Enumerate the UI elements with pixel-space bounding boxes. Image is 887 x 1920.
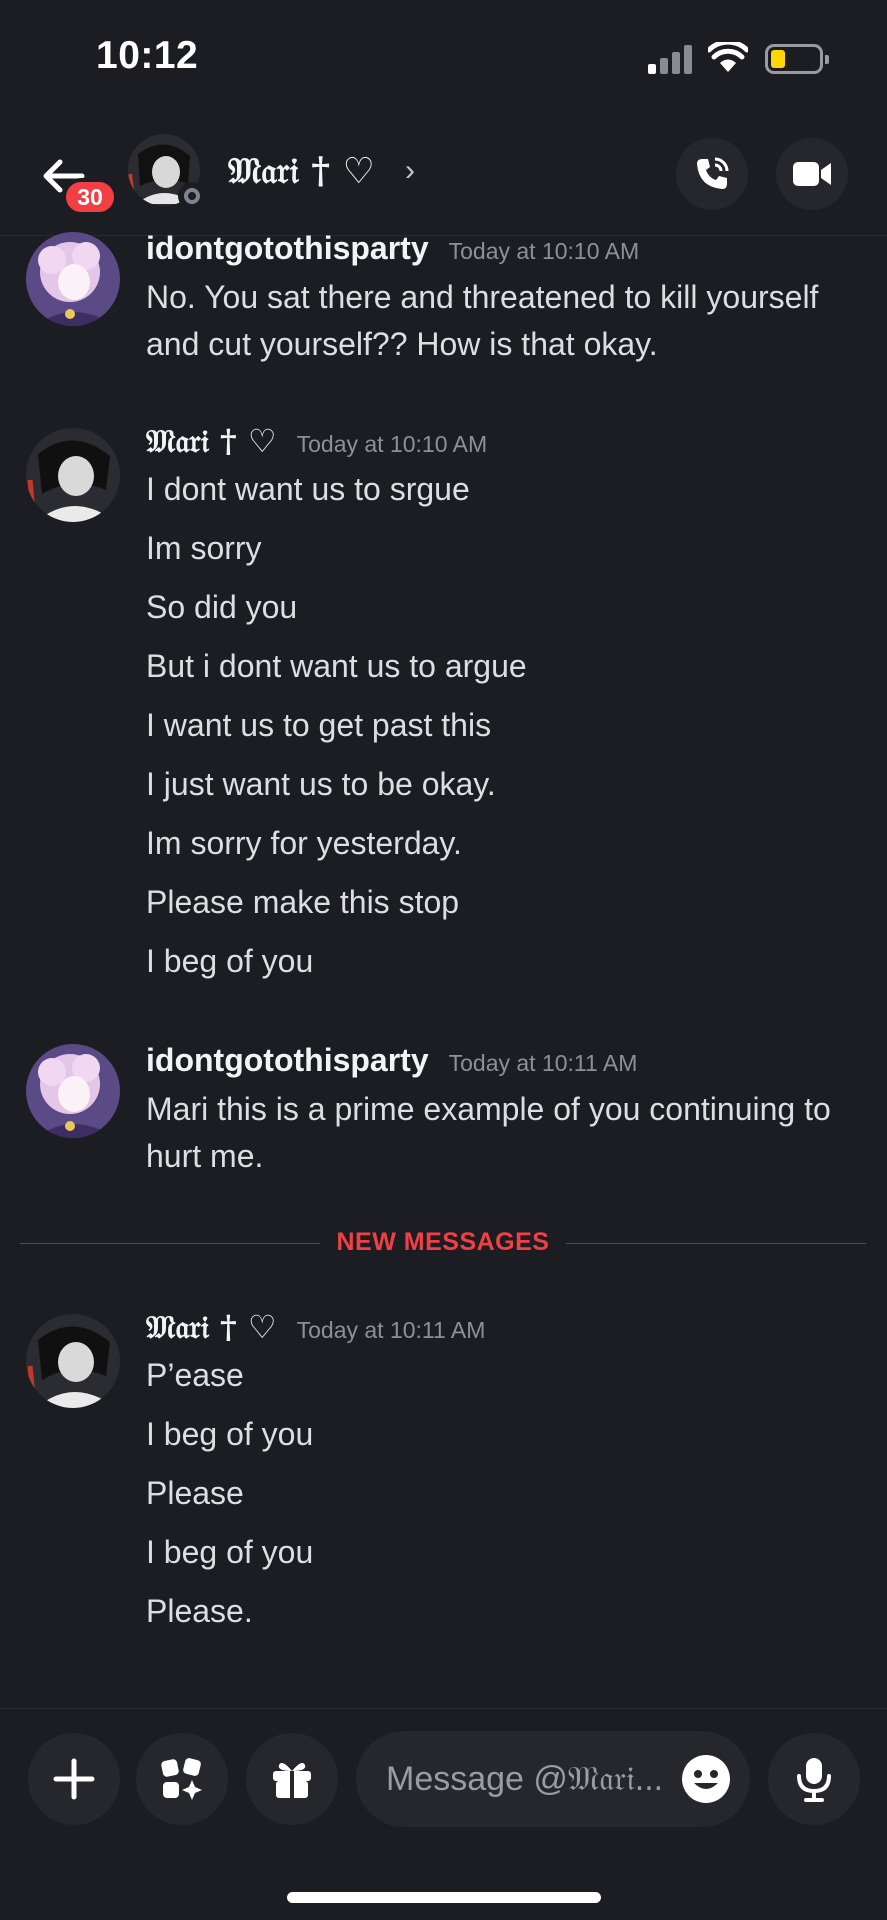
message-text: No. You sat there and threatened to kill… bbox=[146, 279, 819, 362]
message-text: I dont want us to srgue bbox=[146, 471, 470, 507]
video-call-button[interactable] bbox=[776, 138, 848, 210]
user-avatar[interactable] bbox=[26, 1314, 120, 1408]
apps-sparkle-icon bbox=[161, 1758, 202, 1800]
contact-avatar[interactable] bbox=[128, 134, 206, 210]
plus-icon bbox=[53, 1758, 95, 1800]
message-author[interactable]: 𝔐𝔞𝔯𝔦 † ♡ bbox=[146, 1308, 277, 1347]
message-text: Im sorry bbox=[146, 530, 262, 566]
message-text: But i dont want us to argue bbox=[146, 648, 527, 684]
message-text: Please. bbox=[146, 1593, 253, 1629]
message-text: I beg of you bbox=[146, 943, 314, 979]
message-timestamp: Today at 10:10 AM bbox=[448, 238, 640, 264]
message-timestamp: Today at 10:11 AM bbox=[448, 1050, 638, 1076]
voice-message-button[interactable] bbox=[768, 1733, 860, 1825]
message-text: P’ease bbox=[146, 1357, 244, 1393]
message-author[interactable]: 𝔐𝔞𝔯𝔦 † ♡ bbox=[146, 422, 277, 461]
message-text: So did you bbox=[146, 589, 298, 625]
message-text: I beg of you bbox=[146, 1416, 314, 1452]
new-messages-divider: NEW MESSAGES bbox=[20, 1224, 866, 1264]
message-text: Mari this is a prime example of you cont… bbox=[146, 1091, 831, 1174]
message-timestamp: Today at 10:10 AM bbox=[296, 431, 488, 457]
video-camera-icon bbox=[793, 162, 831, 186]
voice-call-button[interactable] bbox=[676, 138, 748, 210]
new-messages-label: NEW MESSAGES bbox=[336, 1228, 550, 1256]
dm-header: 30 𝔐𝔞𝔯𝔦 † ♡ › bbox=[0, 120, 887, 236]
cellular-signal-icon bbox=[648, 44, 694, 74]
battery-level bbox=[771, 50, 785, 68]
message-author[interactable]: idontgotothisparty bbox=[146, 230, 429, 267]
message-group: idontgotothisparty Today at 10:11 AM Mar… bbox=[146, 1042, 869, 1180]
message-composer bbox=[0, 1708, 887, 1920]
apps-button[interactable] bbox=[136, 1733, 228, 1825]
status-bar: 10:12 bbox=[0, 0, 887, 120]
emoji-icon[interactable] bbox=[680, 1753, 732, 1805]
gift-button[interactable] bbox=[246, 1733, 338, 1825]
gift-icon bbox=[273, 1763, 311, 1798]
message-group: 𝔐𝔞𝔯𝔦 † ♡ Today at 10:10 AM I dont want u… bbox=[146, 422, 869, 997]
message-text: Please bbox=[146, 1475, 244, 1511]
unread-count-badge: 30 bbox=[62, 178, 118, 216]
contact-name[interactable]: 𝔐𝔞𝔯𝔦 † ♡ bbox=[228, 150, 375, 193]
message-group: idontgotothisparty Today at 10:10 AM No.… bbox=[146, 230, 869, 368]
message-text: Please make this stop bbox=[146, 884, 460, 920]
chevron-right-icon[interactable]: › bbox=[405, 154, 415, 188]
message-text: I just want us to be okay. bbox=[146, 766, 496, 802]
microphone-icon bbox=[797, 1758, 831, 1802]
offline-status-icon bbox=[178, 182, 206, 210]
message-input-container[interactable] bbox=[356, 1731, 750, 1827]
user-avatar[interactable] bbox=[26, 1044, 120, 1138]
status-time: 10:12 bbox=[96, 34, 199, 77]
message-input[interactable] bbox=[386, 1753, 668, 1805]
battery-icon bbox=[765, 44, 829, 74]
home-indicator[interactable] bbox=[287, 1892, 601, 1903]
message-author[interactable]: idontgotothisparty bbox=[146, 1042, 429, 1079]
message-text: Im sorry for yesterday. bbox=[146, 825, 462, 861]
message-timestamp: Today at 10:11 AM bbox=[296, 1317, 486, 1343]
user-avatar[interactable] bbox=[26, 232, 120, 326]
wifi-icon bbox=[708, 42, 748, 72]
user-avatar[interactable] bbox=[26, 428, 120, 522]
message-group: 𝔐𝔞𝔯𝔦 † ♡ Today at 10:11 AM P’ease I beg … bbox=[146, 1308, 869, 1647]
message-text: I want us to get past this bbox=[146, 707, 492, 743]
attach-button[interactable] bbox=[28, 1733, 120, 1825]
message-text: I beg of you bbox=[146, 1534, 314, 1570]
phone-call-icon bbox=[697, 157, 729, 189]
